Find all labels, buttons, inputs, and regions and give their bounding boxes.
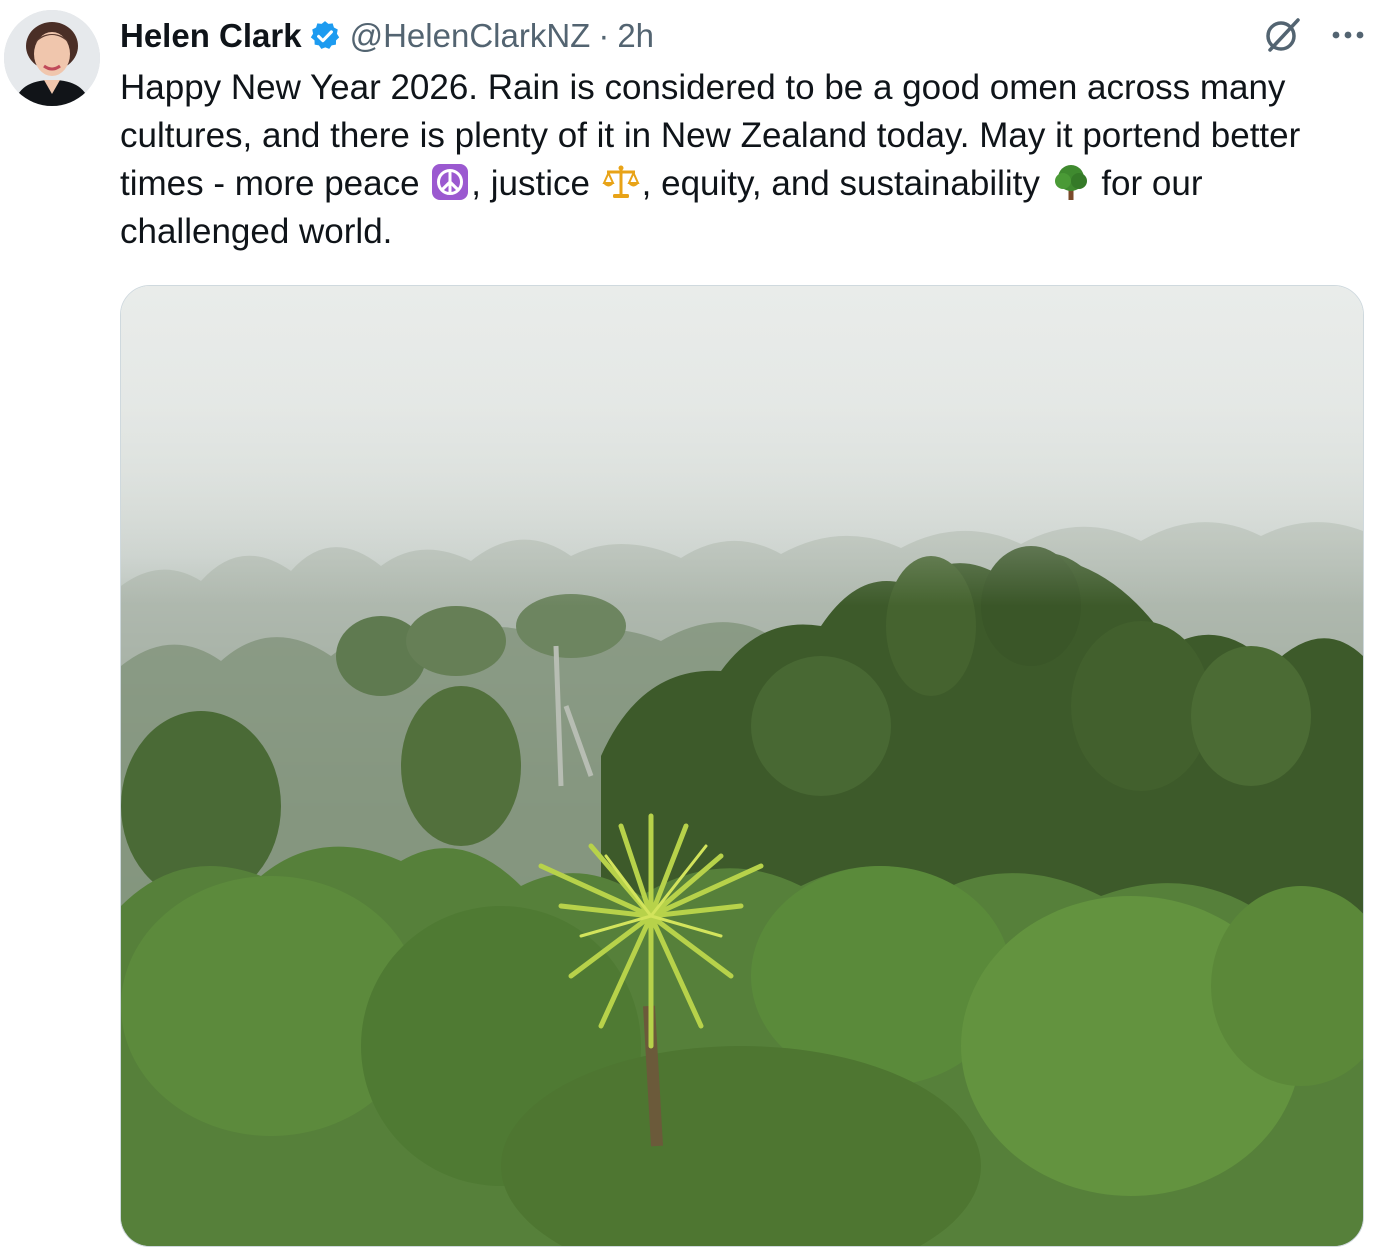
rainforest-photo bbox=[121, 286, 1363, 1246]
balance-scale-icon bbox=[600, 163, 642, 201]
verified-badge-icon bbox=[308, 19, 342, 53]
author-name[interactable]: Helen Clark bbox=[120, 17, 302, 55]
grok-icon[interactable] bbox=[1262, 14, 1304, 56]
timestamp[interactable]: 2h bbox=[617, 17, 654, 55]
tweet-header: Helen Clark @HelenClarkNZ · 2h bbox=[120, 12, 654, 60]
peace-symbol-icon bbox=[429, 163, 471, 201]
tweet-text: Happy New Year 2026. Rain is considered … bbox=[120, 64, 1360, 256]
tweet-text-part-2: , justice bbox=[471, 164, 600, 203]
separator-dot: · bbox=[598, 17, 610, 54]
avatar-photo bbox=[4, 10, 100, 106]
more-icon[interactable] bbox=[1330, 29, 1366, 41]
tweet-actions bbox=[1262, 14, 1366, 56]
tweet-text-part-3: , equity, and sustainability bbox=[641, 164, 1050, 203]
deciduous-tree-icon bbox=[1050, 163, 1092, 201]
tweet-photo[interactable] bbox=[120, 285, 1364, 1247]
author-handle[interactable]: @HelenClarkNZ bbox=[350, 17, 591, 55]
avatar[interactable] bbox=[4, 10, 100, 106]
